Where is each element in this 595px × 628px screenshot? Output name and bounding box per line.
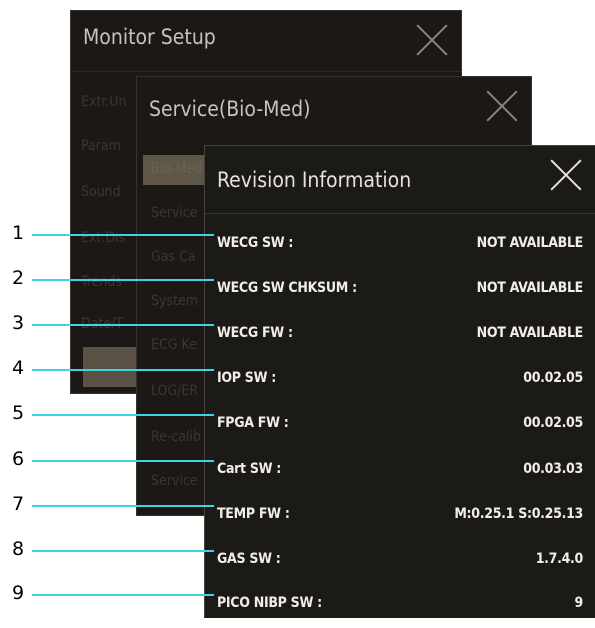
callout-line [32, 324, 214, 326]
revision-label: FPGA FW : [217, 415, 289, 431]
callout-line [32, 414, 214, 416]
revision-label: WECG SW CHKSUM : [217, 280, 357, 296]
revision-row: WECG SW CHKSUM : NOT AVAILABLE [205, 269, 595, 313]
close-icon[interactable] [415, 23, 449, 57]
revision-label: Cart SW : [217, 461, 282, 477]
revision-row: FPGA FW : 00.02.05 [205, 404, 595, 448]
revision-label: TEMP FW : [217, 506, 290, 522]
monitor-setup-title: Monitor Setup [83, 25, 216, 49]
callout-number: 4 [12, 357, 25, 379]
service-item[interactable]: LOG/ER [151, 383, 198, 399]
revision-information-window: Revision Information WECG SW : NOT AVAIL… [204, 145, 595, 618]
callout-line [32, 594, 214, 596]
callout-number: 2 [12, 267, 25, 289]
callout-number: 3 [12, 312, 25, 334]
close-icon[interactable] [485, 89, 519, 123]
revision-value: 1.7.4.0 [535, 551, 584, 567]
callout-number: 5 [12, 402, 25, 424]
revision-row: Cart SW : 00.03.03 [205, 450, 595, 494]
divider [205, 213, 595, 214]
callout: 5 [0, 402, 215, 426]
revision-value: 00.02.05 [523, 370, 583, 386]
revision-label: PICO NIBP SW : [217, 595, 322, 611]
callout: 2 [0, 267, 215, 291]
callout-number: 9 [12, 582, 25, 604]
revision-row: GAS SW : 1.7.4.0 [205, 540, 595, 584]
service-title: Service(Bio-Med) [149, 97, 311, 121]
revision-label: IOP SW : [217, 370, 276, 386]
revision-value: 00.02.05 [523, 415, 583, 431]
callout: 9 [0, 582, 215, 606]
callout-number: 1 [12, 222, 25, 244]
service-item[interactable]: Service [151, 473, 198, 489]
callout: 8 [0, 538, 215, 562]
callout: 4 [0, 357, 215, 381]
revision-value: M:0.25.1 S:0.25.13 [454, 506, 583, 522]
callout-number: 7 [12, 493, 25, 515]
revision-value: 9 [574, 595, 584, 611]
service-item[interactable]: Gas Ca [151, 249, 196, 265]
revision-information-title: Revision Information [217, 168, 412, 192]
callout-line [32, 505, 214, 507]
service-item[interactable]: System [151, 293, 198, 309]
monitor-setup-item[interactable]: Param [81, 138, 121, 154]
revision-row: WECG SW : NOT AVAILABLE [205, 224, 595, 268]
monitor-setup-item[interactable]: Extr.Un [81, 94, 126, 110]
revision-value: NOT AVAILABLE [476, 280, 584, 296]
callout: 3 [0, 312, 215, 336]
revision-label: GAS SW : [217, 551, 281, 567]
revision-value: NOT AVAILABLE [476, 235, 584, 251]
revision-row: WECG FW : NOT AVAILABLE [205, 314, 595, 358]
service-item[interactable]: ECG Ke [151, 337, 197, 353]
callout-number: 8 [12, 538, 25, 560]
revision-value: NOT AVAILABLE [476, 325, 584, 341]
service-item[interactable]: Bio-Med [151, 161, 202, 177]
divider [71, 71, 461, 72]
service-item[interactable]: Re-calib [151, 429, 201, 445]
callout-number: 6 [12, 448, 25, 470]
callout-line [32, 234, 214, 236]
callout-line [32, 550, 214, 552]
revision-value: 00.03.03 [523, 461, 583, 477]
callout: 6 [0, 448, 215, 472]
service-item[interactable]: Service [151, 205, 198, 221]
callout-line [32, 460, 214, 462]
callout-line [32, 369, 214, 371]
revision-label: WECG SW : [217, 235, 294, 251]
close-icon[interactable] [549, 158, 583, 192]
monitor-setup-item[interactable]: Sound [81, 184, 121, 200]
callout-line [32, 279, 214, 281]
revision-row: PICO NIBP SW : 9 [205, 584, 595, 628]
callout: 1 [0, 222, 215, 246]
revision-label: WECG FW : [217, 325, 293, 341]
revision-row: IOP SW : 00.02.05 [205, 359, 595, 403]
revision-row: TEMP FW : M:0.25.1 S:0.25.13 [205, 495, 595, 539]
callout: 7 [0, 493, 215, 517]
